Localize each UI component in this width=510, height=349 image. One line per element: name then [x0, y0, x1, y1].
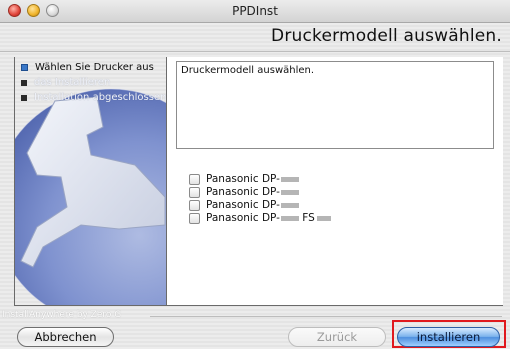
printer-checkbox[interactable] [189, 173, 200, 185]
printer-checkbox[interactable] [189, 212, 200, 224]
printer-label: Panasonic DP- [206, 186, 299, 198]
step-panel: Wählen Sie Drucker aus das Installieren … [14, 57, 167, 306]
step-pending-icon [21, 94, 27, 101]
redacted-model-number [280, 176, 299, 182]
back-button[interactable]: Zurück [288, 327, 386, 347]
redacted-model-number [280, 189, 299, 195]
installanywhere-branding: InstallAnywhere by Zero G [2, 310, 122, 320]
window-title: PPDInst [232, 4, 278, 18]
redacted-model-number [280, 202, 299, 208]
printer-option[interactable]: Panasonic DP- [189, 199, 331, 211]
redacted-model-suffix [316, 215, 331, 221]
step-install: das Installieren [21, 76, 166, 89]
step-select-printer: Wählen Sie Drucker aus [21, 61, 166, 74]
installer-window: PPDInst Druckermodell auswählen. Wählen … [0, 0, 510, 349]
step-label: Wählen Sie Drucker aus [35, 62, 154, 73]
install-button[interactable]: installieren [397, 327, 500, 347]
cancel-button[interactable]: Abbrechen [17, 327, 114, 347]
printer-label: Panasonic DP- FS [206, 212, 331, 224]
page-title: Druckermodell auswählen. [271, 26, 502, 46]
printer-list: Panasonic DP- Panasonic DP- Panasonic DP… [189, 173, 331, 225]
printer-option[interactable]: Panasonic DP- FS [189, 212, 331, 224]
printer-label: Panasonic DP- [206, 199, 299, 211]
branding-divider [150, 316, 502, 317]
printer-checkbox[interactable] [189, 186, 200, 198]
content-panel: Druckermodell auswählen. Panasonic DP- P… [166, 57, 503, 306]
redacted-model-number [280, 215, 299, 221]
printer-checkbox[interactable] [189, 199, 200, 211]
title-bar: PPDInst [0, 0, 510, 23]
step-pending-icon [21, 79, 27, 86]
description-box: Druckermodell auswählen. [176, 61, 494, 149]
printer-label: Panasonic DP- [206, 173, 299, 185]
heading-divider [0, 51, 510, 52]
printer-option[interactable]: Panasonic DP- [189, 186, 331, 198]
step-label: Installation abgeschlossen [34, 92, 167, 103]
step-label: das Installieren [34, 77, 111, 88]
step-complete: Installation abgeschlossen [21, 91, 166, 104]
printer-option[interactable]: Panasonic DP- [189, 173, 331, 185]
step-active-icon [21, 64, 28, 71]
step-list: Wählen Sie Drucker aus das Installieren … [21, 61, 166, 106]
